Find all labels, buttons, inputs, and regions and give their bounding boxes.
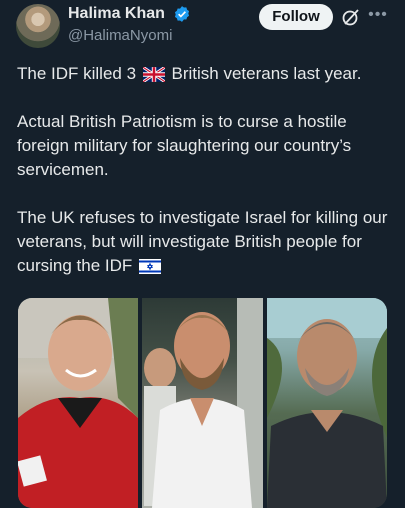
paragraph-1: The IDF killed 3 British veterans last y…	[17, 62, 392, 86]
verified-badge-icon	[175, 6, 190, 22]
paragraph-3: The UK refuses to investigate Israel for…	[17, 206, 392, 278]
avatar[interactable]	[16, 4, 60, 48]
photo-man-in-white-polo[interactable]	[142, 298, 263, 508]
photo-man-in-red-jacket[interactable]	[18, 298, 138, 508]
post-header: Halima Khan @HalimaNyomi Follow •••	[0, 0, 405, 60]
uk-flag-icon	[142, 67, 165, 82]
grok-icon[interactable]	[341, 7, 361, 27]
p3-text: The UK refuses to investigate Israel for…	[17, 208, 388, 275]
photo-3-illustration	[267, 298, 387, 508]
follow-button[interactable]: Follow	[259, 4, 333, 30]
israel-flag-icon	[139, 259, 161, 274]
p1-text-start: The IDF killed 3	[17, 64, 137, 83]
photo-1-illustration	[18, 298, 138, 508]
p1-text-end: British veterans last year.	[171, 64, 362, 83]
more-dots-icon[interactable]: •••	[368, 5, 388, 25]
media-grid[interactable]	[18, 298, 387, 508]
photo-man-in-dark-shirt[interactable]	[267, 298, 387, 508]
author-block: Halima Khan @HalimaNyomi	[68, 4, 191, 46]
photo-2-illustration	[144, 298, 263, 508]
display-name[interactable]: Halima Khan	[68, 4, 165, 24]
paragraph-2: Actual British Patriotism is to curse a …	[17, 112, 352, 179]
post-text: The IDF killed 3 British veterans last y…	[17, 62, 392, 302]
handle[interactable]: @HalimaNyomi	[68, 26, 191, 46]
